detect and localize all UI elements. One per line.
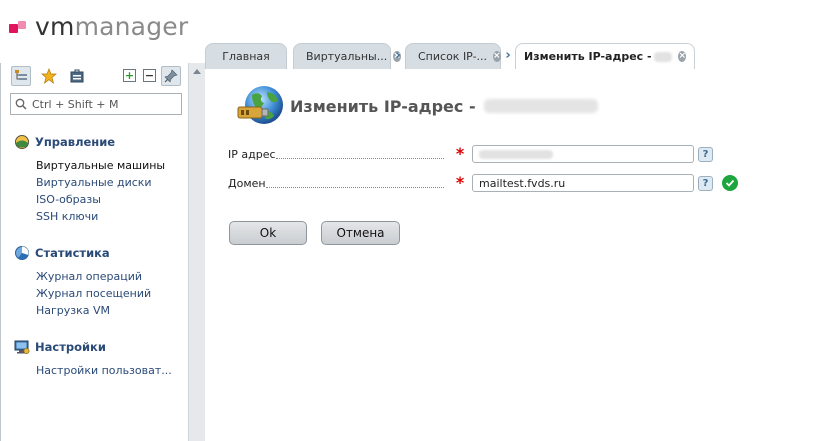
chevron-right-icon: › — [505, 48, 511, 63]
statistics-icon — [15, 246, 29, 260]
sidebar-section-title: Настройки — [35, 340, 106, 354]
favorites-button[interactable] — [39, 66, 59, 86]
page-title: Изменить IP-адрес - — [290, 96, 476, 116]
chevron-right-icon: › — [395, 48, 401, 63]
search-icon — [15, 98, 27, 110]
tab-virtual-machines[interactable]: Виртуальны... × — [293, 43, 401, 69]
sidebar-item-user-settings[interactable]: Настройки пользоват... — [36, 362, 172, 379]
sidebar-splitter[interactable] — [188, 63, 205, 441]
domain-label-text: Домен — [228, 176, 268, 190]
sidebar: + − Управление Виртуальные машины — [0, 63, 188, 441]
main-panel: Изменить IP-адрес - IP адрес * ? Домен *… — [206, 69, 822, 441]
pin-button[interactable] — [161, 66, 181, 86]
tab-ip-list[interactable]: Список IP-... × — [405, 43, 501, 69]
tab-label: Виртуальны... — [306, 50, 388, 63]
form-row-domain: Домен * mailtest.fvds.ru ? — [228, 173, 738, 193]
search-input[interactable] — [32, 97, 172, 111]
sidebar-item-operations-log[interactable]: Журнал операций — [36, 268, 151, 285]
sidebar-item-iso-images[interactable]: ISO-образы — [36, 191, 165, 208]
tree-icon — [15, 70, 27, 80]
required-mark: * — [455, 144, 465, 163]
sidebar-section-header[interactable]: Настройки — [14, 338, 172, 356]
briefcase-icon — [70, 69, 84, 83]
logo-manager: manager — [74, 11, 189, 41]
tab-label: Изменить IP-адрес - — [524, 50, 652, 63]
management-icon — [15, 135, 29, 149]
sidebar-item-visits-log[interactable]: Журнал посещений — [36, 285, 151, 302]
sidebar-item-vm-load[interactable]: Нагрузка VM — [36, 302, 151, 319]
redacted-ip — [653, 51, 673, 62]
collapse-arrow-icon[interactable] — [193, 69, 201, 74]
tab-label: Список IP-... — [418, 50, 488, 63]
star-icon — [41, 68, 57, 84]
help-button[interactable]: ? — [698, 175, 713, 191]
ip-input[interactable] — [472, 145, 694, 163]
logo-mark-icon — [8, 16, 32, 36]
ip-label: IP адрес — [228, 147, 448, 161]
settings-icon — [14, 340, 30, 354]
app-logo[interactable]: vmmanager — [8, 10, 188, 42]
sidebar-section-management: Управление Виртуальные машины Виртуальны… — [14, 133, 165, 225]
collapse-all-button[interactable]: − — [143, 69, 156, 82]
help-button[interactable]: ? — [698, 146, 713, 162]
sidebar-section-title: Управление — [35, 135, 116, 149]
redacted-ip — [483, 99, 598, 113]
tab-home[interactable]: Главная — [205, 43, 287, 69]
form-row-ip: IP адрес * ? — [228, 144, 713, 164]
expand-all-button[interactable]: + — [123, 69, 136, 82]
ip-label-text: IP адрес — [228, 147, 278, 161]
ok-button[interactable]: Ok — [229, 221, 307, 245]
cancel-button[interactable]: Отмена — [321, 221, 400, 245]
menu-search[interactable] — [10, 93, 182, 115]
close-icon[interactable]: × — [493, 51, 501, 62]
logo-text: vmmanager — [35, 14, 188, 39]
close-icon[interactable]: × — [678, 51, 686, 62]
sidebar-section-title: Статистика — [35, 246, 110, 260]
page-header: Изменить IP-адрес - — [234, 83, 598, 129]
ip-address-globe-icon — [237, 86, 283, 124]
sidebar-section-header[interactable]: Статистика — [14, 244, 151, 262]
sidebar-item-virtual-disks[interactable]: Виртуальные диски — [36, 174, 165, 191]
domain-input[interactable]: mailtest.fvds.ru — [472, 174, 694, 192]
sidebar-section-header[interactable]: Управление — [14, 133, 165, 151]
logo-vm: vm — [35, 11, 75, 41]
tree-view-button[interactable] — [11, 66, 31, 86]
domain-value: mailtest.fvds.ru — [479, 176, 566, 190]
tab-label: Главная — [222, 50, 270, 63]
tab-bar: Главная Виртуальны... × › Список IP-... … — [205, 43, 822, 69]
catalog-button[interactable] — [67, 66, 87, 86]
sidebar-section-settings: Настройки Настройки пользоват... — [14, 338, 172, 379]
sidebar-section-statistics: Статистика Журнал операций Журнал посеще… — [14, 244, 151, 319]
domain-label: Домен — [228, 176, 448, 190]
pin-icon — [164, 69, 178, 83]
required-mark: * — [455, 173, 465, 192]
valid-check-icon — [722, 175, 738, 191]
redacted-ip-value — [479, 149, 553, 159]
sidebar-item-ssh-keys[interactable]: SSH ключи — [36, 208, 165, 225]
sidebar-toolbar: + − — [1, 63, 188, 89]
sidebar-item-virtual-machines[interactable]: Виртуальные машины — [36, 157, 165, 174]
tab-edit-ip[interactable]: Изменить IP-адрес - × — [515, 43, 695, 69]
